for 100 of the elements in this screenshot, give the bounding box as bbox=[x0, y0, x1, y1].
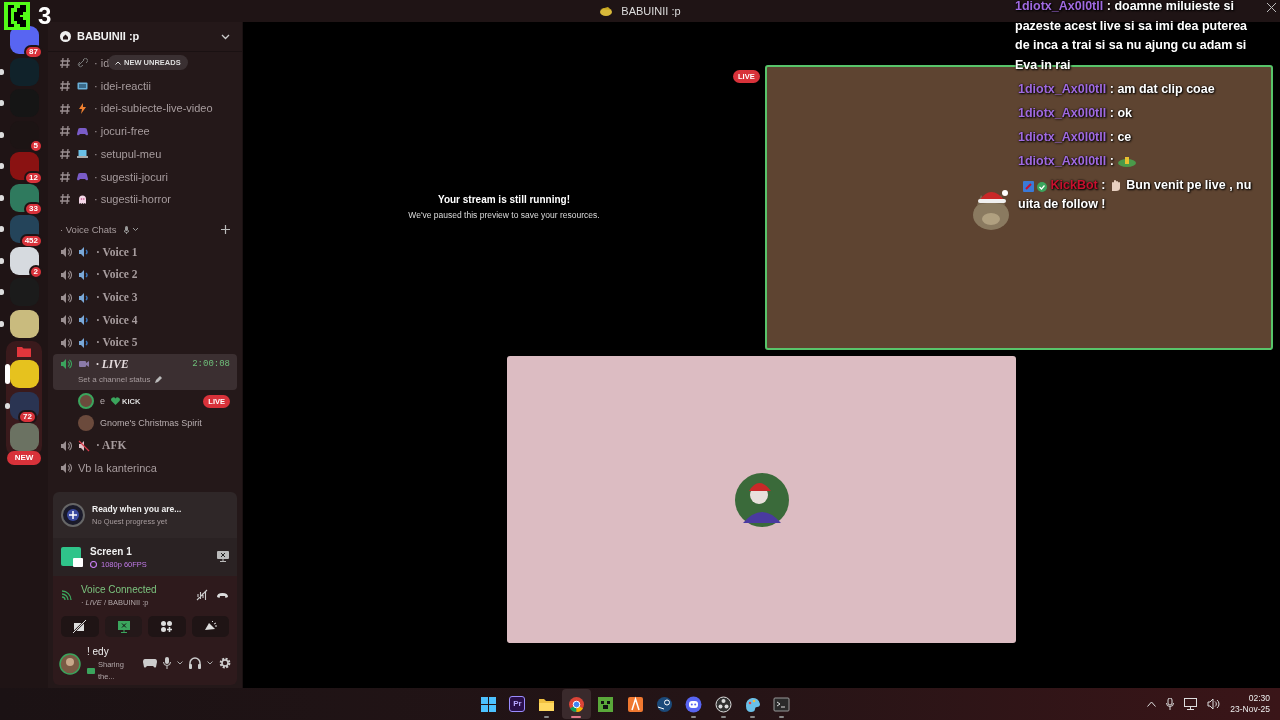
muted-speaker-icon bbox=[78, 439, 90, 452]
server-icon[interactable] bbox=[9, 309, 39, 338]
chevron-icon[interactable] bbox=[177, 661, 183, 665]
channel-status[interactable]: Set a channel status bbox=[78, 374, 151, 387]
disconnect-icon[interactable] bbox=[216, 590, 229, 599]
steam-icon[interactable] bbox=[655, 695, 673, 713]
verified-badge-icon bbox=[1037, 181, 1047, 192]
speaker-icon bbox=[78, 246, 90, 259]
volume-icon[interactable] bbox=[1207, 698, 1221, 710]
ghost-icon bbox=[77, 193, 88, 205]
screen-title: Screen 1 bbox=[90, 544, 133, 559]
caret-icon bbox=[115, 60, 121, 65]
voice-channel[interactable]: · Voice 5 bbox=[53, 331, 237, 355]
channel-item[interactable]: · idei-subiecte-live-video bbox=[53, 97, 237, 121]
chat-message: 1diotx_Ax0l0tll : ce bbox=[1017, 128, 1133, 146]
voice-channel[interactable]: Vb la kanterinca bbox=[53, 456, 237, 480]
close-icon[interactable] bbox=[1267, 3, 1276, 12]
member-name[interactable]: e bbox=[100, 394, 105, 408]
camera-off-icon bbox=[73, 620, 87, 633]
lightning-icon bbox=[77, 103, 88, 115]
speaker-icon bbox=[78, 336, 90, 349]
stop-stream-icon[interactable] bbox=[217, 551, 229, 563]
server-icon[interactable] bbox=[9, 183, 39, 212]
category-label[interactable]: · Voice Chats bbox=[60, 222, 117, 237]
chevron-icon[interactable] bbox=[207, 661, 213, 665]
quest-icon bbox=[61, 502, 85, 527]
speaker-icon bbox=[60, 336, 72, 349]
voice-channel[interactable]: · Voice 1 bbox=[53, 240, 237, 264]
gamepad-icon bbox=[77, 171, 88, 183]
microphone-icon[interactable] bbox=[1166, 698, 1175, 710]
app-icon[interactable] bbox=[626, 695, 644, 713]
hash-icon bbox=[60, 57, 71, 70]
connection-status[interactable]: Voice Connected bbox=[81, 581, 157, 597]
server-icon[interactable] bbox=[9, 360, 39, 389]
voice-channel[interactable]: · LIVE 2:00:08 Set a channel status bbox=[53, 354, 237, 391]
speaker-icon bbox=[78, 268, 90, 281]
clock[interactable]: 02:30 23-Nov-25 bbox=[1230, 693, 1270, 715]
speaker-icon bbox=[60, 291, 72, 304]
server-icon[interactable] bbox=[9, 152, 39, 181]
chevron-icon[interactable] bbox=[131, 227, 139, 233]
minecraft-icon[interactable] bbox=[597, 695, 615, 713]
microphone-icon bbox=[123, 225, 129, 234]
hash-icon bbox=[60, 102, 71, 115]
server-icon bbox=[599, 6, 614, 16]
hash-icon bbox=[60, 80, 71, 93]
channel-item[interactable]: · sugestii-horror bbox=[53, 188, 237, 211]
plus-icon[interactable] bbox=[221, 225, 230, 235]
activities-button[interactable] bbox=[148, 616, 186, 637]
gamepad-icon[interactable] bbox=[143, 658, 157, 668]
paint-icon[interactable] bbox=[744, 695, 762, 713]
chat-message: 1diotx_Ax0l0tll : bbox=[1015, 151, 1261, 171]
windows-icon[interactable] bbox=[479, 695, 497, 713]
notice-text: We've paused this preview to save your resources. bbox=[408, 209, 600, 222]
kick-logo-icon bbox=[4, 2, 30, 30]
new-badge: NEW bbox=[6, 450, 42, 465]
member-name[interactable]: Gnome's Christmas Spirit bbox=[100, 416, 202, 430]
hash-icon bbox=[60, 193, 71, 206]
username: ! edy bbox=[87, 645, 110, 660]
screen-icon bbox=[87, 667, 95, 674]
headphones-icon[interactable] bbox=[189, 657, 201, 669]
obs-icon[interactable] bbox=[714, 695, 732, 713]
channel-item[interactable]: · jocuri-free bbox=[53, 120, 237, 143]
screen-share-button[interactable] bbox=[104, 616, 142, 637]
voice-channel[interactable]: · Voice 4 bbox=[53, 308, 237, 332]
soundboard-button[interactable] bbox=[191, 616, 229, 637]
server-header[interactable]: BABUINII :p bbox=[48, 22, 242, 52]
speaker-icon bbox=[60, 314, 72, 327]
heart-icon bbox=[111, 397, 120, 406]
channel-item[interactable]: · idei-reactii bbox=[53, 74, 237, 98]
activities-icon bbox=[160, 620, 174, 633]
voice-channel[interactable]: · Voice 3 bbox=[53, 286, 237, 309]
camera-off-button[interactable] bbox=[61, 616, 99, 637]
channel-item[interactable]: · setupul-meu bbox=[53, 142, 237, 166]
app-icon[interactable]: Pr bbox=[509, 696, 526, 712]
hash-icon bbox=[60, 148, 71, 161]
microphone-icon[interactable] bbox=[163, 657, 171, 669]
server-icon[interactable] bbox=[9, 246, 39, 275]
hash-icon bbox=[60, 125, 71, 138]
settings-icon[interactable] bbox=[219, 657, 231, 669]
voice-channel[interactable]: · Voice 2 bbox=[53, 263, 237, 287]
channel-item[interactable]: · sugestii-jocuri bbox=[53, 165, 237, 189]
speaker-icon bbox=[60, 462, 72, 475]
avatar bbox=[734, 472, 789, 527]
nitro-icon bbox=[90, 560, 97, 568]
hash-icon bbox=[60, 170, 71, 183]
window-title: BABUINII :p bbox=[621, 3, 681, 19]
server-icon[interactable] bbox=[9, 215, 39, 244]
chrome-icon[interactable] bbox=[567, 695, 585, 713]
terminal-icon[interactable] bbox=[773, 695, 791, 713]
chat-message: KickBot : Bun venit pe live , nu uita de follow ! bbox=[1017, 176, 1253, 213]
network-icon[interactable] bbox=[1184, 698, 1198, 710]
stream-tile[interactable] bbox=[507, 356, 1016, 643]
chat-username[interactable]: 1diotx_Ax0l0tll bbox=[1015, 0, 1104, 13]
speaker-icon bbox=[60, 268, 72, 281]
avatar bbox=[59, 652, 81, 675]
noise-suppression-icon[interactable] bbox=[196, 588, 208, 601]
voice-channel[interactable]: · AFK bbox=[53, 434, 237, 457]
pencil-icon[interactable] bbox=[153, 376, 162, 385]
discord-icon[interactable] bbox=[685, 695, 703, 713]
chevron-icon[interactable] bbox=[221, 33, 230, 40]
